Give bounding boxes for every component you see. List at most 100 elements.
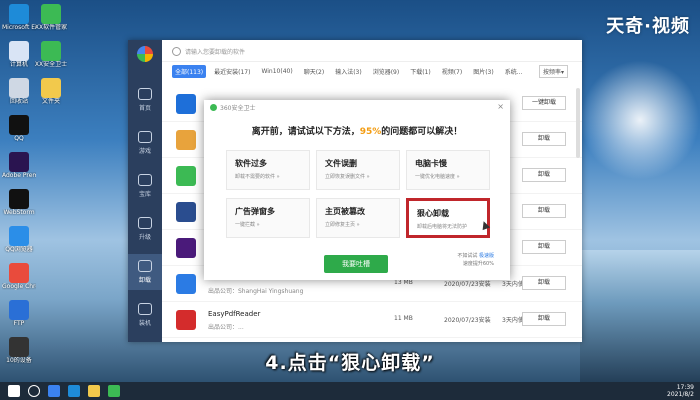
- desktop-icon[interactable]: Adobe Premiere: [2, 152, 36, 179]
- uninstall-button[interactable]: 卸载: [522, 240, 566, 254]
- software-icon: [176, 94, 196, 114]
- scrollbar[interactable]: [576, 88, 580, 158]
- top-bar: 请输入您要卸载的软件: [162, 40, 582, 62]
- sidebar-item[interactable]: 游戏: [128, 125, 162, 161]
- sidebar-nav-icon: [138, 260, 152, 272]
- desktop-icon[interactable]: 计算机: [2, 41, 36, 68]
- software-name: EasyPdfReader: [208, 310, 261, 318]
- close-button[interactable]: ×: [497, 102, 504, 111]
- option-title: 广告弹窗多: [235, 207, 275, 216]
- app-logo-icon: [137, 46, 153, 62]
- clock-date: 2021/8/2: [667, 391, 694, 398]
- search-icon: [172, 46, 181, 56]
- desktop-icons: Microsoft Edge 计算机回收站 QQ Adobe Premiere WebS…: [0, 0, 70, 382]
- remedy-option[interactable]: 广告弹窗多一键拦截 »: [226, 198, 310, 238]
- desktop-app-icon: [9, 41, 29, 61]
- desktop-app-icon: [9, 115, 29, 135]
- task-view-icon[interactable]: [48, 385, 60, 397]
- sidebar-item-label: 首页: [138, 105, 151, 112]
- option-description: 一键拦截 »: [235, 222, 260, 228]
- remedy-option[interactable]: 电脑卡慢 一键优化电脑速度 »: [406, 150, 490, 190]
- sidebar-item[interactable]: 装机: [128, 297, 162, 333]
- edge-taskbar-icon[interactable]: [68, 385, 80, 397]
- force-uninstall-option[interactable]: 狠心卸载 卸载后电脑将无法防护: [406, 198, 491, 238]
- search-input[interactable]: 请输入您要卸载的软件: [172, 44, 322, 58]
- sidebar-item-label: 装机: [138, 320, 151, 327]
- remedy-option[interactable]: 文件误删 立即恢复误删文件 »: [316, 150, 400, 190]
- search-placeholder: 请输入您要卸载的软件: [185, 48, 246, 56]
- software-icon: [176, 166, 196, 186]
- category-tab[interactable]: 下载(1): [407, 65, 434, 78]
- desktop-icon[interactable]: QQ浏览器: [2, 226, 36, 253]
- sort-select[interactable]: 按频率▾: [538, 65, 568, 78]
- desktop-icon-label: QQ: [14, 135, 24, 142]
- wallpaper-clouds: [580, 60, 700, 180]
- category-tab[interactable]: 浏览器(9): [370, 65, 403, 78]
- desktop-icon[interactable]: QQ: [2, 115, 36, 142]
- desktop-app-icon: [9, 300, 29, 320]
- complain-button[interactable]: 我要吐槽: [324, 255, 388, 273]
- category-tab[interactable]: 系统...: [502, 65, 526, 78]
- desktop-icon-label: Google Chrome: [2, 283, 36, 290]
- desktop-icon[interactable]: 回收站: [2, 78, 36, 105]
- category-tab[interactable]: 视频(7): [439, 65, 466, 78]
- desktop-icon[interactable]: FTP: [2, 300, 36, 327]
- desktop-icon[interactable]: Microsoft Edge: [2, 4, 36, 31]
- category-tab[interactable]: Win10(40): [258, 66, 295, 77]
- uninstall-button[interactable]: 卸载: [522, 132, 566, 146]
- sidebar-item[interactable]: 首页: [128, 82, 162, 118]
- start-windows-icon[interactable]: [8, 385, 20, 397]
- uninstall-button[interactable]: 卸载: [522, 168, 566, 182]
- explorer-taskbar-icon[interactable]: [88, 385, 100, 397]
- sidebar-item[interactable]: 卸载: [128, 254, 162, 290]
- desktop-icon-label: 计算机: [9, 61, 28, 68]
- software-icon: [176, 130, 196, 150]
- software-icon: [176, 202, 196, 222]
- sidebar-nav-icon: [138, 303, 152, 315]
- remedy-option[interactable]: 主页被篡改 立即修复主页 »: [316, 198, 400, 238]
- sidebar-item-label: 宝库: [138, 191, 151, 198]
- option-description: 卸载不需要的软件 »: [235, 174, 280, 180]
- category-tab[interactable]: 图片(3): [470, 65, 497, 78]
- desktop-icon-label: XX软件管家: [34, 24, 68, 31]
- guard-logo-icon: [210, 103, 217, 111]
- desktop-icon[interactable]: XX软件管家: [34, 4, 68, 31]
- category-tab[interactable]: 聊天(2): [301, 65, 328, 78]
- uninstall-button[interactable]: 卸载: [522, 204, 566, 218]
- desktop-app-icon: [9, 189, 29, 209]
- sidebar-item[interactable]: 升级: [128, 211, 162, 247]
- desktop-icon[interactable]: XX安全卫士: [34, 41, 68, 68]
- mouse-cursor-icon: [479, 219, 491, 231]
- speed-version-link[interactable]: 极速版: [479, 253, 494, 259]
- desktop-icon-label: Adobe Premiere: [2, 172, 36, 179]
- sidebar-item-label: 升级: [138, 234, 151, 241]
- option-description: 立即修复主页 »: [325, 222, 360, 228]
- software-row: EasyPdfReader 出品公司：... 11 MB 2020/07/23安装 3天…: [162, 302, 582, 338]
- desktop-icon[interactable]: Google Chrome: [2, 263, 36, 290]
- uninstall-retention-dialog: 360安全卫士 × 离开前，请试试以下方法，95%的问题都可以解决！ 软件过多卸…: [204, 100, 510, 280]
- category-tab[interactable]: 输入法(3): [332, 65, 365, 78]
- clock-time: 17:39: [676, 384, 694, 391]
- sidebar-item[interactable]: 宝库: [128, 168, 162, 204]
- desktop-icon-label: WebStorm: [3, 209, 35, 216]
- dialog-title-prefix: 离开前，请试试以下方法，: [251, 127, 360, 137]
- taskbar-search-icon[interactable]: [28, 385, 40, 397]
- desktop-icon-label: QQ浏览器: [5, 246, 33, 253]
- sidebar-nav-icon: [138, 131, 152, 143]
- uninstall-button[interactable]: 卸载: [522, 312, 566, 326]
- option-title: 软件过多: [235, 159, 267, 168]
- uninstall-button[interactable]: 卸载: [522, 276, 566, 290]
- desktop-icon[interactable]: 文件夹: [34, 78, 68, 105]
- app-taskbar-icon[interactable]: [108, 385, 120, 397]
- category-tab[interactable]: 全部(113): [172, 64, 207, 78]
- taskbar-clock[interactable]: 17:39 2021/8/2: [667, 384, 694, 398]
- software-publisher: 出品公司：ShangHai Yingshuang: [208, 288, 304, 295]
- uninstall-button[interactable]: 一键卸载: [522, 96, 566, 110]
- category-tab[interactable]: 最近安装(17): [211, 65, 253, 78]
- software-size: 13 MB: [394, 279, 413, 286]
- desktop-app-icon: [9, 78, 29, 98]
- desktop-icon[interactable]: WebStorm: [2, 189, 36, 216]
- remedy-option[interactable]: 软件过多卸载不需要的软件 »: [226, 150, 310, 190]
- software-icon: [176, 310, 196, 330]
- desktop-icon-label: XX安全卫士: [34, 61, 68, 68]
